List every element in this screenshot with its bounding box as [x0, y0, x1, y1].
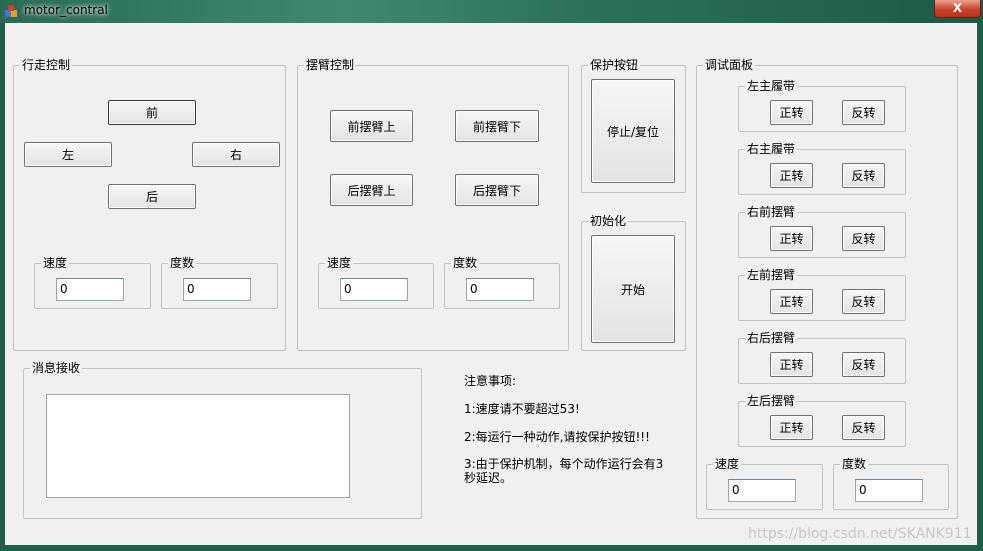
reverse-rotate-button[interactable]: 反转: [842, 352, 885, 377]
debug-row-left-rear-arm: 左后摆臂 正转 反转: [738, 394, 906, 447]
message-receive-group: 消息接收: [23, 361, 422, 519]
walk-degree-input[interactable]: 0: [183, 278, 251, 301]
debug-speed-group: 速度 0: [706, 457, 823, 510]
reverse-rotate-button[interactable]: 反转: [842, 226, 885, 251]
debug-row-right-rear-arm: 右后摆臂 正转 反转: [738, 331, 906, 384]
reverse-rotate-button[interactable]: 反转: [842, 415, 885, 440]
start-button[interactable]: 开始: [591, 235, 675, 343]
debug-row-label: 左前摆臂: [745, 268, 798, 282]
arm-degree-group: 度数 0: [444, 256, 560, 309]
walk-degree-group: 度数 0: [161, 256, 278, 309]
forward-rotate-button[interactable]: 正转: [770, 352, 813, 377]
debug-degree-group: 度数 0: [833, 457, 949, 510]
back-button[interactable]: 后: [108, 184, 196, 209]
debug-speed-label: 速度: [713, 457, 742, 471]
right-button[interactable]: 右: [192, 142, 280, 167]
note-line-3b: 秒延迟。: [464, 471, 513, 485]
forward-rotate-button[interactable]: 正转: [770, 100, 813, 125]
debug-panel-group: 调试面板 左主履带 正转 反转 右主履带 正转 反转 右前摆臂 正转 反转 左前…: [696, 58, 958, 519]
debug-row-left-main-track: 左主履带 正转 反转: [738, 79, 906, 132]
message-receive-legend: 消息接收: [30, 361, 83, 375]
left-button[interactable]: 左: [24, 142, 112, 167]
message-output-box[interactable]: [46, 394, 350, 498]
window-client: 行走控制 前 左 右 后 速度 0 度数 0 摆臂控制 前摆臂上 前摆臂下 后摆…: [5, 23, 977, 545]
forward-rotate-button[interactable]: 正转: [770, 289, 813, 314]
debug-degree-label: 度数: [840, 457, 869, 471]
arm-control-legend: 摆臂控制: [304, 58, 357, 72]
walk-control-group: 行走控制 前 左 右 后 速度 0 度数 0: [13, 58, 286, 351]
forward-rotate-button[interactable]: 正转: [770, 226, 813, 251]
forward-button[interactable]: 前: [108, 100, 196, 125]
note-line-3a: 3:由于保护机制，每个动作运行会有3: [464, 457, 664, 471]
init-legend: 初始化: [588, 214, 629, 228]
note-line-2: 2:每运行一种动作,请按保护按钮!!!: [464, 430, 650, 444]
stop-reset-button[interactable]: 停止/复位: [591, 79, 675, 183]
init-group: 初始化 开始: [581, 214, 686, 351]
debug-row-label: 左主履带: [745, 79, 798, 93]
arm-degree-label: 度数: [451, 256, 480, 270]
note-line-1: 1:速度请不要超过53!: [464, 402, 580, 416]
title-bar: motor_contral X: [0, 0, 983, 23]
arm-speed-group: 速度 0: [318, 256, 434, 309]
debug-row-label: 左后摆臂: [745, 394, 798, 408]
front-arm-down-button[interactable]: 前摆臂下: [455, 110, 539, 142]
forward-rotate-button[interactable]: 正转: [770, 163, 813, 188]
walk-degree-label: 度数: [168, 256, 197, 270]
window-title: motor_contral: [24, 3, 108, 17]
reverse-rotate-button[interactable]: 反转: [842, 289, 885, 314]
walk-speed-group: 速度 0: [34, 256, 151, 309]
reverse-rotate-button[interactable]: 反转: [842, 100, 885, 125]
debug-degree-input[interactable]: 0: [855, 479, 923, 502]
walk-control-legend: 行走控制: [20, 58, 73, 72]
front-arm-up-button[interactable]: 前摆臂上: [330, 110, 413, 142]
forward-rotate-button[interactable]: 正转: [770, 415, 813, 440]
protect-legend: 保护按钮: [588, 58, 641, 72]
notes-title: 注意事项:: [464, 374, 517, 388]
debug-row-right-main-track: 右主履带 正转 反转: [738, 142, 906, 195]
watermark: https://blog.csdn.net/SKANK911: [748, 526, 972, 542]
debug-row-left-front-arm: 左前摆臂 正转 反转: [738, 268, 906, 321]
reverse-rotate-button[interactable]: 反转: [842, 163, 885, 188]
debug-row-label: 右主履带: [745, 142, 798, 156]
arm-control-group: 摆臂控制 前摆臂上 前摆臂下 后摆臂上 后摆臂下 速度 0 度数 0: [297, 58, 569, 351]
rear-arm-up-button[interactable]: 后摆臂上: [330, 174, 413, 206]
debug-row-label: 右前摆臂: [745, 205, 798, 219]
debug-row-label: 右后摆臂: [745, 331, 798, 345]
rear-arm-down-button[interactable]: 后摆臂下: [455, 174, 539, 206]
debug-row-right-front-arm: 右前摆臂 正转 反转: [738, 205, 906, 258]
arm-speed-input[interactable]: 0: [340, 278, 408, 301]
walk-speed-label: 速度: [41, 256, 70, 270]
close-button[interactable]: X: [934, 0, 981, 18]
app-icon: [5, 5, 17, 17]
arm-degree-input[interactable]: 0: [466, 278, 534, 301]
protect-group: 保护按钮 停止/复位: [581, 58, 686, 193]
walk-speed-input[interactable]: 0: [56, 278, 124, 301]
debug-panel-legend: 调试面板: [703, 58, 756, 72]
arm-speed-label: 速度: [325, 256, 354, 270]
debug-speed-input[interactable]: 0: [728, 479, 796, 502]
